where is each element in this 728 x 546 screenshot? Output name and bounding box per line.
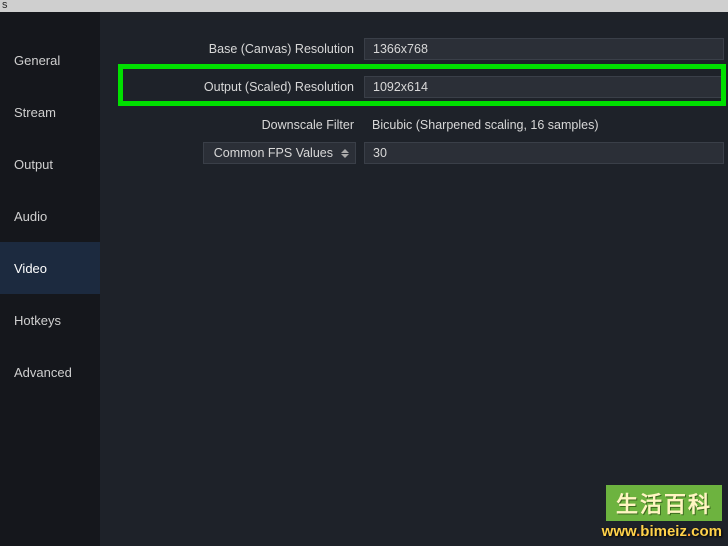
sidebar-item-label: General xyxy=(14,53,60,68)
chevron-up-icon xyxy=(341,149,349,153)
base-resolution-value: 1366x768 xyxy=(373,42,428,56)
sidebar-item-label: Video xyxy=(14,261,47,276)
watermark: 生活百科 www.bimeiz.com xyxy=(602,485,722,540)
sidebar-item-label: Audio xyxy=(14,209,47,224)
spinner-icon xyxy=(341,149,349,158)
output-resolution-value: 1092x614 xyxy=(373,80,428,94)
watermark-url: www.bimeiz.com xyxy=(602,523,722,540)
base-resolution-row: Base (Canvas) Resolution 1366x768 xyxy=(100,36,728,62)
fps-selector-wrap: Common FPS Values xyxy=(100,142,364,164)
app-frame: General Stream Output Audio Video Hotkey… xyxy=(0,12,728,546)
fps-type-label: Common FPS Values xyxy=(214,146,333,160)
output-resolution-dropdown[interactable]: 1092x614 xyxy=(364,76,724,98)
sidebar-item-stream[interactable]: Stream xyxy=(0,86,100,138)
sidebar-item-general[interactable]: General xyxy=(0,34,100,86)
base-resolution-label: Base (Canvas) Resolution xyxy=(100,42,364,56)
fps-type-dropdown[interactable]: Common FPS Values xyxy=(203,142,356,164)
sidebar-item-label: Hotkeys xyxy=(14,313,61,328)
downscale-filter-label: Downscale Filter xyxy=(100,118,364,132)
output-resolution-row: Output (Scaled) Resolution 1092x614 xyxy=(100,74,728,100)
sidebar-item-label: Output xyxy=(14,157,53,172)
settings-sidebar: General Stream Output Audio Video Hotkey… xyxy=(0,12,100,546)
base-resolution-dropdown[interactable]: 1366x768 xyxy=(364,38,724,60)
chevron-down-icon xyxy=(341,154,349,158)
sidebar-item-hotkeys[interactable]: Hotkeys xyxy=(0,294,100,346)
sidebar-item-output[interactable]: Output xyxy=(0,138,100,190)
sidebar-item-video[interactable]: Video xyxy=(0,242,100,294)
output-resolution-label: Output (Scaled) Resolution xyxy=(100,80,364,94)
settings-panel-video: Base (Canvas) Resolution 1366x768 Output… xyxy=(100,12,728,546)
sidebar-item-label: Advanced xyxy=(14,365,72,380)
sidebar-item-label: Stream xyxy=(14,105,56,120)
watermark-title: 生活百科 xyxy=(606,485,722,521)
downscale-filter-row: Downscale Filter Bicubic (Sharpened scal… xyxy=(100,112,728,138)
downscale-filter-value: Bicubic (Sharpened scaling, 16 samples) xyxy=(364,118,728,132)
sidebar-item-audio[interactable]: Audio xyxy=(0,190,100,242)
sidebar-item-advanced[interactable]: Advanced xyxy=(0,346,100,398)
fps-value: 30 xyxy=(373,146,387,160)
window-titlebar: s xyxy=(0,0,728,12)
fps-row: Common FPS Values 30 xyxy=(100,140,728,166)
fps-value-dropdown[interactable]: 30 xyxy=(364,142,724,164)
window-title: s xyxy=(2,0,8,11)
